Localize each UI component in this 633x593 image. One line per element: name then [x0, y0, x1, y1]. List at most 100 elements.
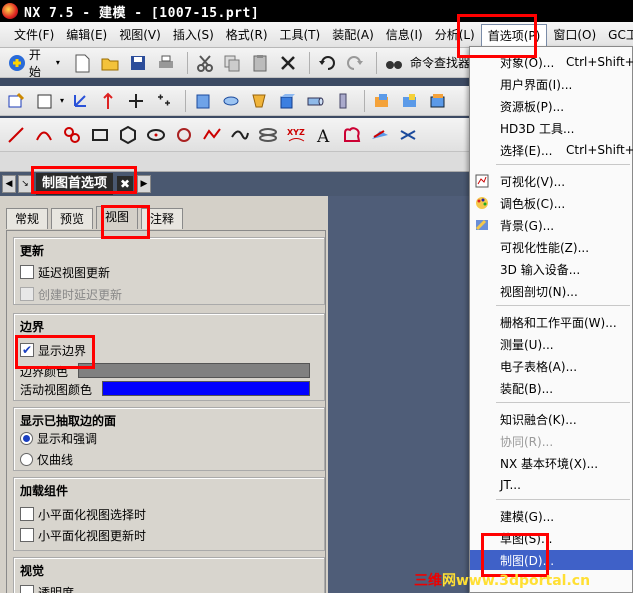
- menu-format[interactable]: 格式(R): [220, 24, 274, 46]
- thread-button[interactable]: [331, 89, 355, 113]
- extrude-button[interactable]: [191, 89, 215, 113]
- menu-item-user-interface[interactable]: 用户界面(I)...: [470, 74, 633, 94]
- menu-item-modeling[interactable]: 建模(G)...: [470, 506, 633, 526]
- offset-curve-button[interactable]: [340, 123, 364, 147]
- border-color-swatch[interactable]: [78, 363, 310, 378]
- menu-item-nx-basic-environment[interactable]: NX 基本环境(X)...: [470, 453, 633, 473]
- menu-item-visualization[interactable]: 可视化(V)...: [470, 171, 633, 191]
- undo-button[interactable]: [315, 51, 339, 75]
- menu-item-view-section[interactable]: 视图剖切(N)...: [470, 281, 633, 301]
- start-button[interactable]: 开始 ▾: [4, 48, 64, 77]
- show-and-highlight-row[interactable]: 显示和强调: [20, 428, 97, 448]
- menu-item-label: 电子表格(A)...: [500, 359, 578, 374]
- menu-edit[interactable]: 编辑(E): [60, 24, 113, 46]
- cut-button[interactable]: [193, 51, 217, 75]
- datum-plane-button[interactable]: [32, 89, 56, 113]
- helix-button[interactable]: [256, 123, 280, 147]
- project-curve-button[interactable]: [368, 123, 392, 147]
- sketch-button[interactable]: [4, 89, 28, 113]
- subtract-icon: [403, 93, 417, 107]
- spline-button[interactable]: [200, 123, 224, 147]
- menu-item-background[interactable]: 背景(G)...: [470, 215, 633, 235]
- nav-right-icon[interactable]: ▶: [137, 175, 152, 193]
- show-and-highlight-radio[interactable]: [20, 431, 33, 445]
- conic-button[interactable]: [172, 123, 196, 147]
- arc-button[interactable]: [32, 123, 56, 147]
- line-button[interactable]: [4, 123, 28, 147]
- menu-tools[interactable]: 工具(T): [274, 24, 327, 46]
- intersect-button[interactable]: [426, 89, 450, 113]
- save-button[interactable]: [126, 51, 150, 75]
- facet-select-row[interactable]: 小平面化视图选择时: [20, 504, 146, 524]
- menu-bar: 文件(F) 编辑(E) 视图(V) 插入(S) 格式(R) 工具(T) 装配(A…: [0, 22, 633, 48]
- nav-left-icon[interactable]: ◀: [2, 175, 16, 193]
- menu-item-visualization-performance[interactable]: 可视化性能(Z)...: [470, 237, 633, 257]
- menu-info[interactable]: 信息(I): [380, 24, 429, 46]
- curves-only-radio[interactable]: [20, 452, 33, 466]
- datum-csys-button[interactable]: [68, 89, 92, 113]
- delete-button[interactable]: [276, 51, 300, 75]
- polygon-button[interactable]: [116, 123, 140, 147]
- menu-item-palette[interactable]: 调色板(C)...: [470, 193, 633, 213]
- law-curve-button[interactable]: XYZ: [284, 123, 308, 147]
- menu-item-selection[interactable]: 选择(E)... Ctrl+Shift+T: [470, 140, 633, 160]
- annotation-box-dialog-title: [31, 166, 137, 194]
- transparency-row[interactable]: 透明度: [20, 582, 74, 593]
- text-button[interactable]: A: [312, 123, 336, 147]
- menu-item-assembly[interactable]: 装配(B)...: [470, 378, 633, 398]
- title-bar: NX 7.5 - 建模 - [1007-15.prt]: [0, 0, 633, 22]
- nav-pin-icon[interactable]: ↘: [18, 175, 32, 193]
- menu-window[interactable]: 窗口(O): [547, 24, 602, 46]
- block-button[interactable]: [275, 89, 299, 113]
- menu-view[interactable]: 视图(V): [113, 24, 167, 46]
- ellipse-button[interactable]: [144, 123, 168, 147]
- unite-button[interactable]: [370, 89, 394, 113]
- revolve-icon: [223, 96, 239, 105]
- menu-item-palette-board[interactable]: 资源板(P)...: [470, 96, 633, 116]
- curves-only-row[interactable]: 仅曲线: [20, 449, 73, 469]
- menu-item-3d-input-device[interactable]: 3D 输入设备...: [470, 259, 633, 279]
- chevron-down-icon[interactable]: ▾: [60, 96, 64, 105]
- menu-gc-toolkit[interactable]: GC工具箱: [602, 24, 633, 46]
- hole-button[interactable]: [247, 89, 271, 113]
- menu-insert[interactable]: 插入(S): [167, 24, 220, 46]
- menu-item-spreadsheet[interactable]: 电子表格(A)...: [470, 356, 633, 376]
- tab-general[interactable]: 常规: [6, 208, 49, 229]
- redo-button[interactable]: [343, 51, 367, 75]
- facet-update-row[interactable]: 小平面化视图更新时: [20, 525, 146, 545]
- studio-spline-button[interactable]: [228, 123, 252, 147]
- datum-axis-button[interactable]: [96, 89, 120, 113]
- active-view-color-swatch[interactable]: [102, 381, 310, 396]
- menu-item-label: 3D 输入设备...: [500, 262, 581, 277]
- cylinder-button[interactable]: [303, 89, 327, 113]
- print-button[interactable]: [154, 51, 178, 75]
- revolve-button[interactable]: [219, 89, 243, 113]
- transparency-checkbox[interactable]: [20, 585, 34, 593]
- menu-item-knowledge-fusion[interactable]: 知识融合(K)...: [470, 409, 633, 429]
- facet-update-checkbox[interactable]: [20, 528, 34, 542]
- intersection-curve-button[interactable]: [396, 123, 420, 147]
- menu-assembly[interactable]: 装配(A): [326, 24, 380, 46]
- new-file-button[interactable]: [70, 51, 94, 75]
- point-set-button[interactable]: [152, 89, 176, 113]
- rectangle-button[interactable]: [88, 123, 112, 147]
- menu-item-jt[interactable]: JT...: [470, 475, 633, 495]
- menu-item-label: 用户界面(I)...: [500, 77, 573, 92]
- command-finder-button[interactable]: [382, 51, 406, 75]
- graphics-viewport[interactable]: [328, 196, 470, 593]
- menu-item-measure[interactable]: 测量(U)...: [470, 334, 633, 354]
- menu-item-grid-work-plane[interactable]: 栅格和工作平面(W)...: [470, 312, 633, 332]
- point-button[interactable]: [124, 89, 148, 113]
- delay-view-update-checkbox[interactable]: [20, 265, 34, 279]
- chain-button[interactable]: [60, 123, 84, 147]
- subtract-button[interactable]: [398, 89, 422, 113]
- menu-file[interactable]: 文件(F): [8, 24, 60, 46]
- open-button[interactable]: [98, 51, 122, 75]
- delay-view-update-row[interactable]: 延迟视图更新: [20, 262, 110, 282]
- paste-button[interactable]: [248, 51, 272, 75]
- save-icon: [130, 55, 145, 70]
- menu-item-hd3d-tools[interactable]: HD3D 工具...: [470, 118, 633, 138]
- copy-button[interactable]: [220, 51, 244, 75]
- tab-preview[interactable]: 预览: [51, 208, 94, 229]
- facet-select-checkbox[interactable]: [20, 507, 34, 521]
